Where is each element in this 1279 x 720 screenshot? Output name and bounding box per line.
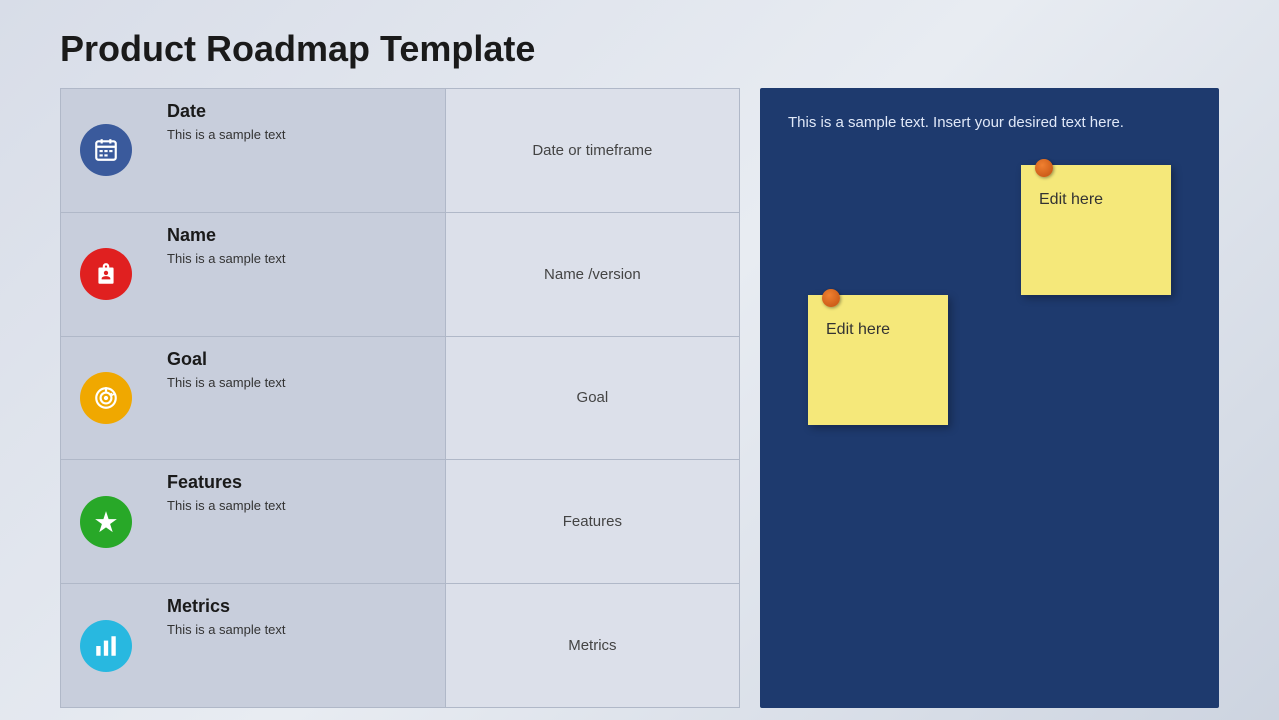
sticky-notes-area: Edit here Edit here	[788, 165, 1191, 667]
right-intro-text: This is a sample text. Insert your desir…	[788, 112, 1191, 135]
label-sub-0: This is a sample text	[167, 126, 429, 144]
icon-circle-0	[80, 124, 132, 176]
cell-value-0: Date or timeframe	[445, 89, 739, 213]
cell-icon-0	[61, 89, 152, 213]
icon-circle-1	[80, 248, 132, 300]
cell-icon-1	[61, 212, 152, 336]
pin-2	[822, 289, 840, 307]
cell-value-1: Name /version	[445, 212, 739, 336]
label-sub-3: This is a sample text	[167, 497, 429, 515]
cell-value-4: Metrics	[445, 584, 739, 708]
table-row: Metrics This is a sample text Metrics	[61, 584, 740, 708]
table-row: Name This is a sample text Name /version	[61, 212, 740, 336]
main-content: Date This is a sample text Date or timef…	[0, 88, 1279, 708]
cell-value-3: Features	[445, 460, 739, 584]
right-panel: This is a sample text. Insert your desir…	[760, 88, 1219, 708]
icon-circle-4	[80, 620, 132, 672]
table-row: Date This is a sample text Date or timef…	[61, 89, 740, 213]
cell-label-2: Goal This is a sample text	[151, 336, 445, 460]
sticky-note-1[interactable]: Edit here	[1021, 165, 1171, 295]
cell-label-4: Metrics This is a sample text	[151, 584, 445, 708]
label-sub-1: This is a sample text	[167, 250, 429, 268]
page-title: Product Roadmap Template	[0, 0, 1279, 88]
icon-circle-2	[80, 372, 132, 424]
sticky-note-2[interactable]: Edit here	[808, 295, 948, 425]
label-sub-4: This is a sample text	[167, 621, 429, 639]
roadmap-table: Date This is a sample text Date or timef…	[60, 88, 740, 708]
cell-label-1: Name This is a sample text	[151, 212, 445, 336]
cell-icon-2	[61, 336, 152, 460]
cell-label-0: Date This is a sample text	[151, 89, 445, 213]
table-row: Features This is a sample text Features	[61, 460, 740, 584]
note-text-2[interactable]: Edit here	[826, 321, 930, 339]
cell-icon-3	[61, 460, 152, 584]
label-sub-2: This is a sample text	[167, 374, 429, 392]
label-title-3: Features	[167, 472, 429, 493]
cell-label-3: Features This is a sample text	[151, 460, 445, 584]
pin-1	[1035, 159, 1053, 177]
table-row: Goal This is a sample text Goal	[61, 336, 740, 460]
icon-circle-3	[80, 496, 132, 548]
cell-value-2: Goal	[445, 336, 739, 460]
note-text-1[interactable]: Edit here	[1039, 191, 1153, 209]
label-title-0: Date	[167, 101, 429, 122]
label-title-1: Name	[167, 225, 429, 246]
label-title-2: Goal	[167, 349, 429, 370]
cell-icon-4	[61, 584, 152, 708]
label-title-4: Metrics	[167, 596, 429, 617]
